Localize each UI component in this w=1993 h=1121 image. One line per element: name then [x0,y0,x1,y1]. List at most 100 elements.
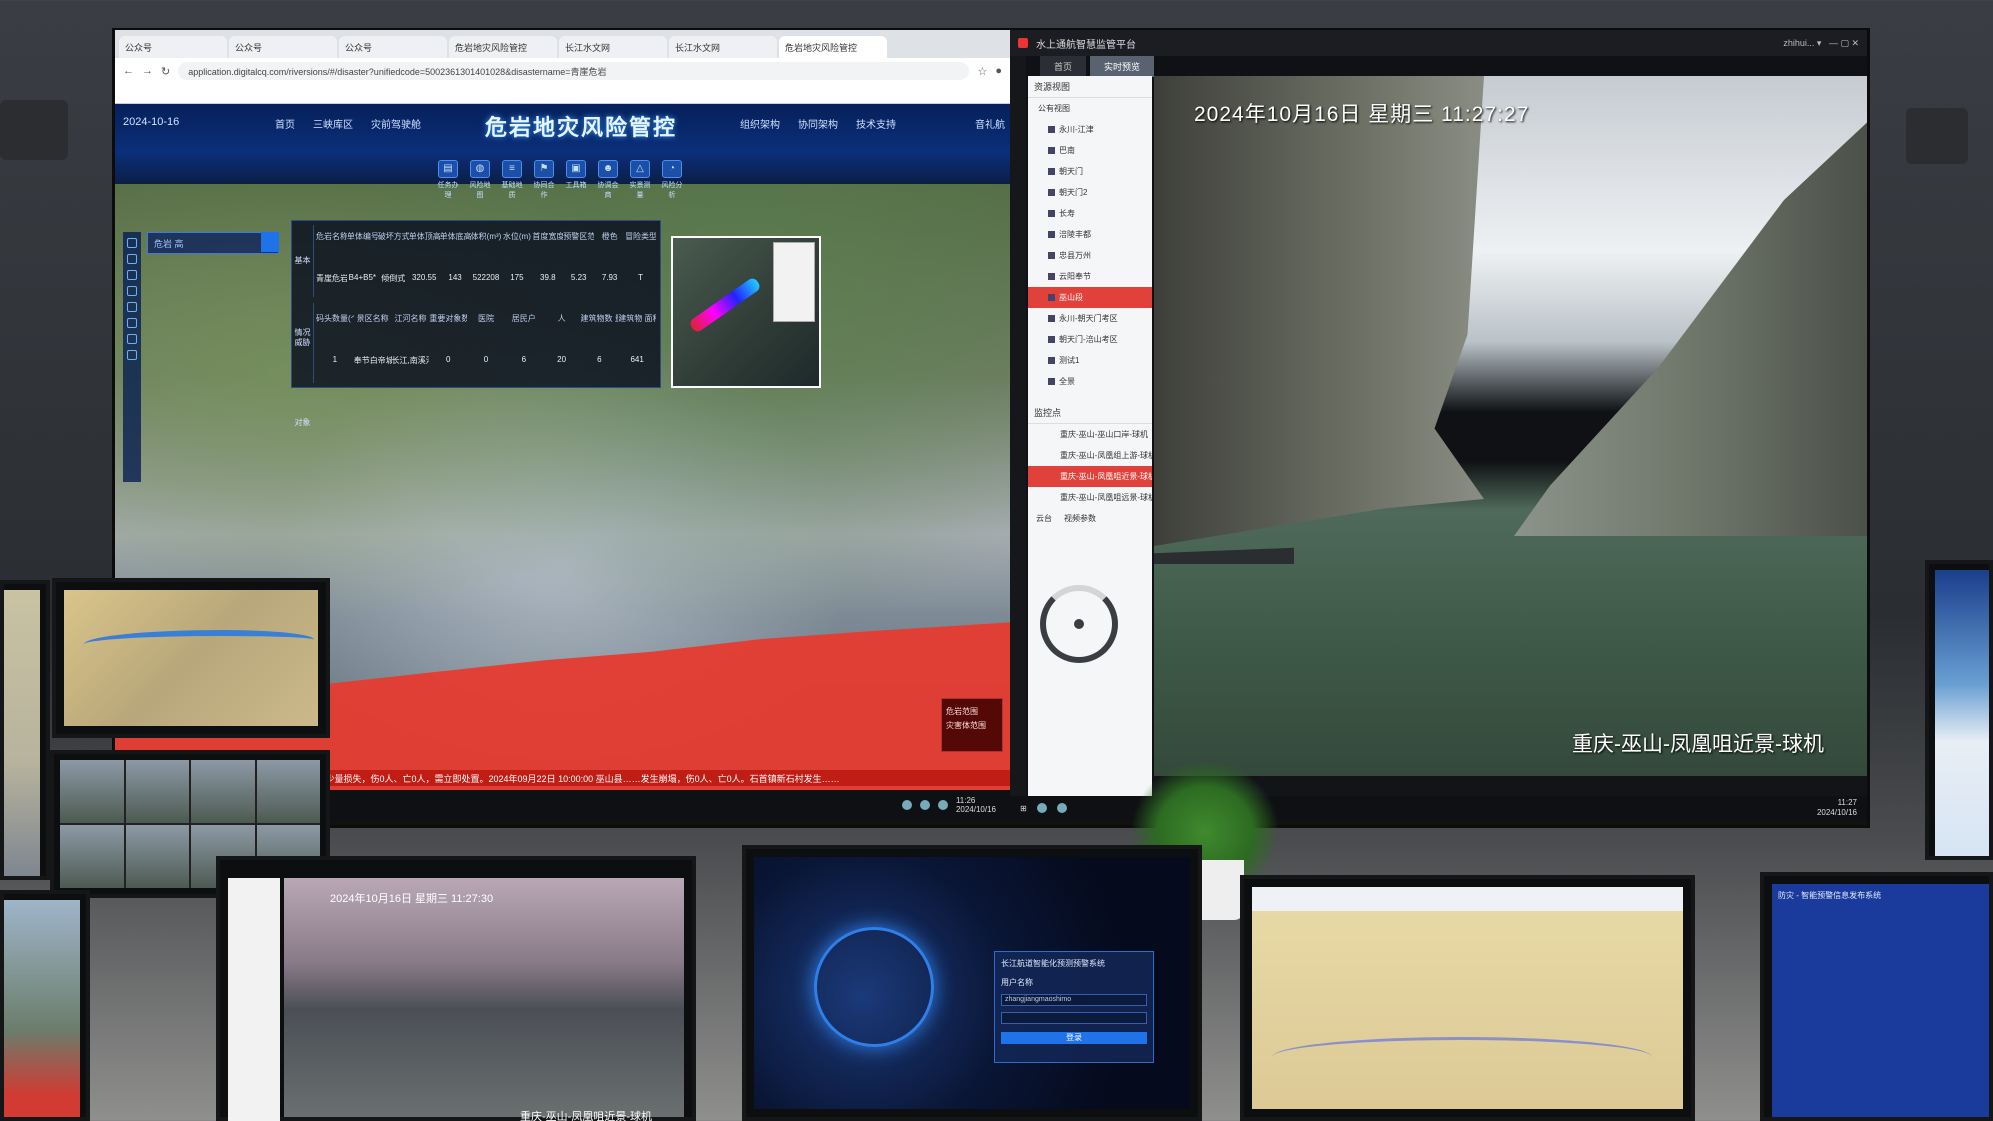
tree-item[interactable]: 朝天门-涪山考区 [1028,329,1152,350]
pin-icon[interactable] [127,286,137,296]
nav-collab[interactable]: 协同架构 [798,116,838,131]
tray-icon[interactable] [919,800,930,810]
surveillance-window: 水上通航智慧监管平台 zhihui... ▾ — ▢ ✕ 首页 实时预览 资源视… [1010,30,1867,820]
zoom-icon[interactable] [127,238,137,248]
current-user[interactable]: 音礼航 [975,116,1005,131]
tree-item[interactable]: 永川-江津 [1028,119,1152,140]
home-icon[interactable] [127,318,137,328]
ptz-center-button[interactable] [1074,619,1084,629]
taskbar-clock[interactable]: 11:27 2024/10/16 [1817,798,1857,818]
nav-three-gorges[interactable]: 三峡库区 [313,116,353,131]
print-icon[interactable] [127,350,137,360]
browser-tab[interactable]: 公众号 [229,36,337,58]
back-icon[interactable]: ← [123,65,134,77]
tool-measure[interactable]: △ 实景测量 [627,160,653,200]
desk-monitor-river-map [52,578,330,738]
browser-tab[interactable]: 公众号 [119,36,227,58]
model-thumbnail[interactable] [773,242,815,322]
forward-icon[interactable]: → [142,65,153,77]
browser-tab[interactable]: 长江水文网 [559,36,667,58]
tool-analysis[interactable]: ◔ 风险分析 [659,160,685,200]
tree-item[interactable]: 永川-朝天门考区 [1028,308,1152,329]
browser-tab[interactable]: 长江水文网 [669,36,777,58]
window-titlebar: 水上通航智慧监管平台 zhihui... ▾ — ▢ ✕ [1010,30,1867,56]
people-icon: ☻ [598,160,618,178]
globe-icon: ◍ [470,160,490,178]
locate-icon[interactable] [127,254,137,264]
star-icon[interactable]: ☆ [977,65,987,78]
start-icon[interactable]: ⊞ [1020,804,1027,813]
section-threat: 威胁对象 [292,303,314,427]
ptz-control[interactable] [1040,585,1120,695]
tree-item[interactable]: 长寿 [1028,203,1152,224]
nav-support[interactable]: 技术支持 [856,116,896,131]
mini-video-feed [284,878,684,1117]
tree-item[interactable]: 测试1 [1028,350,1152,371]
browser-tab[interactable]: 公众号 [339,36,447,58]
camera-point[interactable]: 重庆-巫山-凤凰咀远景-球机 [1028,487,1152,508]
app-icon[interactable] [1056,803,1067,813]
camera-point-selected[interactable]: 重庆-巫山-凤凰咀近景-球机 [1028,466,1152,487]
tool-collab[interactable]: ⚑ 协同合作 [531,160,557,200]
tree-item[interactable]: 涪陵丰都 [1028,224,1152,245]
table-row: 1奉节白帝城-瞿塘峡景区长江,南溪河,草堂河006206641 [332,355,644,365]
river-line [84,630,314,654]
tab-live-preview[interactable]: 实时预览 [1090,56,1155,77]
nav-cockpit[interactable]: 灾前驾驶舱 [371,116,421,131]
tab-video-params[interactable]: 视频参数 [1064,513,1096,524]
tab-home[interactable]: 首页 [1040,56,1087,77]
tool-risk-map[interactable]: ◍ 风险地图 [467,160,493,200]
profile-icon[interactable]: ● [995,65,1002,77]
3d-model-preview[interactable] [671,236,821,388]
search-button[interactable] [261,232,279,252]
function-toolbar: ▤ 任务办理 ◍ 风险地图 ≡ 基础地质 ⚑ 协同合作 ▣ 工具箱 ☻ 协调会商 △ 实景测量… [435,160,685,200]
username-input[interactable]: zhangjiangmaoshimo [1001,994,1147,1006]
tool-geology[interactable]: ≡ 基础地质 [499,160,525,200]
login-button[interactable]: 登录 [1001,1032,1147,1044]
tree-item[interactable]: 忠县万州 [1028,245,1152,266]
camera-point[interactable]: 重庆-巫山-凤凰组上游-球机 [1028,445,1152,466]
view-tabs: 首页 实时预览 [1040,56,1155,77]
tool-toolbox[interactable]: ▣ 工具箱 [563,160,589,200]
taskbar-clock[interactable]: 11:26 2024/10/16 [956,796,996,814]
tree-item-selected[interactable]: 巫山段 [1028,287,1152,308]
mini-tree-panel [228,878,280,1121]
layer-icon[interactable] [127,270,137,280]
tree-item[interactable]: 朝天门2 [1028,182,1152,203]
measure-icon[interactable] [127,302,137,312]
draw-icon[interactable] [127,334,137,344]
password-input[interactable] [1001,1012,1147,1024]
layers-icon: ≡ [502,160,522,178]
nav-home[interactable]: 首页 [275,116,295,131]
tool-task[interactable]: ▤ 任务办理 [435,160,461,200]
tab-ptz[interactable]: 云台 [1036,513,1052,524]
desk-monitor-login: 长江航道智能化预测预警系统 用户名称 zhangjiangmaoshimo 登录 [742,845,1202,1121]
tool-consult[interactable]: ☻ 协调会商 [595,160,621,200]
risk-gradient-strip [688,276,762,334]
tree-item[interactable]: 云阳奉节 [1028,266,1152,287]
tray-icon[interactable] [937,800,948,810]
desk-monitor-video: 2024年10月16日 星期三 11:27:30 重庆-巫山-凤凰咀近景-球机 [216,856,696,1121]
url-field[interactable]: application.digitalcq.com/riversions/#/d… [178,62,970,80]
ruler-icon: △ [630,160,650,178]
user-menu[interactable]: zhihui... ▾ — ▢ ✕ [1783,38,1859,49]
username-label: 用户名称 [1001,978,1033,987]
tree-item[interactable]: 朝天门 [1028,161,1152,182]
ptz-ring-icon[interactable] [1040,585,1118,663]
camera-point[interactable]: 重庆-巫山-巫山口岸-球机 [1028,424,1152,445]
live-video-feed[interactable]: 2024年10月16日 星期三 11:27:27 重庆-巫山-凤凰咀近景-球机 [1154,76,1867,776]
chrome-icon[interactable] [1036,803,1047,813]
tree-root[interactable]: 公有视图 [1028,98,1152,119]
tray-icon[interactable] [901,800,912,810]
left-icon-rail [1010,56,1026,796]
tree-item[interactable]: 巴南 [1028,140,1152,161]
browser-tab[interactable]: 危岩地灾风险管控 [449,36,557,58]
reload-icon[interactable]: ↻ [161,65,170,78]
bookmarks-bar [115,84,1010,104]
map-search-input[interactable]: 危岩 高 [147,232,279,254]
tree-item[interactable]: 全景 [1028,371,1152,392]
nav-org[interactable]: 组织架构 [740,116,780,131]
desk-monitor-right-edge [1925,560,1993,860]
chart-icon: ◔ [662,160,682,178]
browser-tab-active[interactable]: 危岩地灾风险管控 [779,36,887,58]
